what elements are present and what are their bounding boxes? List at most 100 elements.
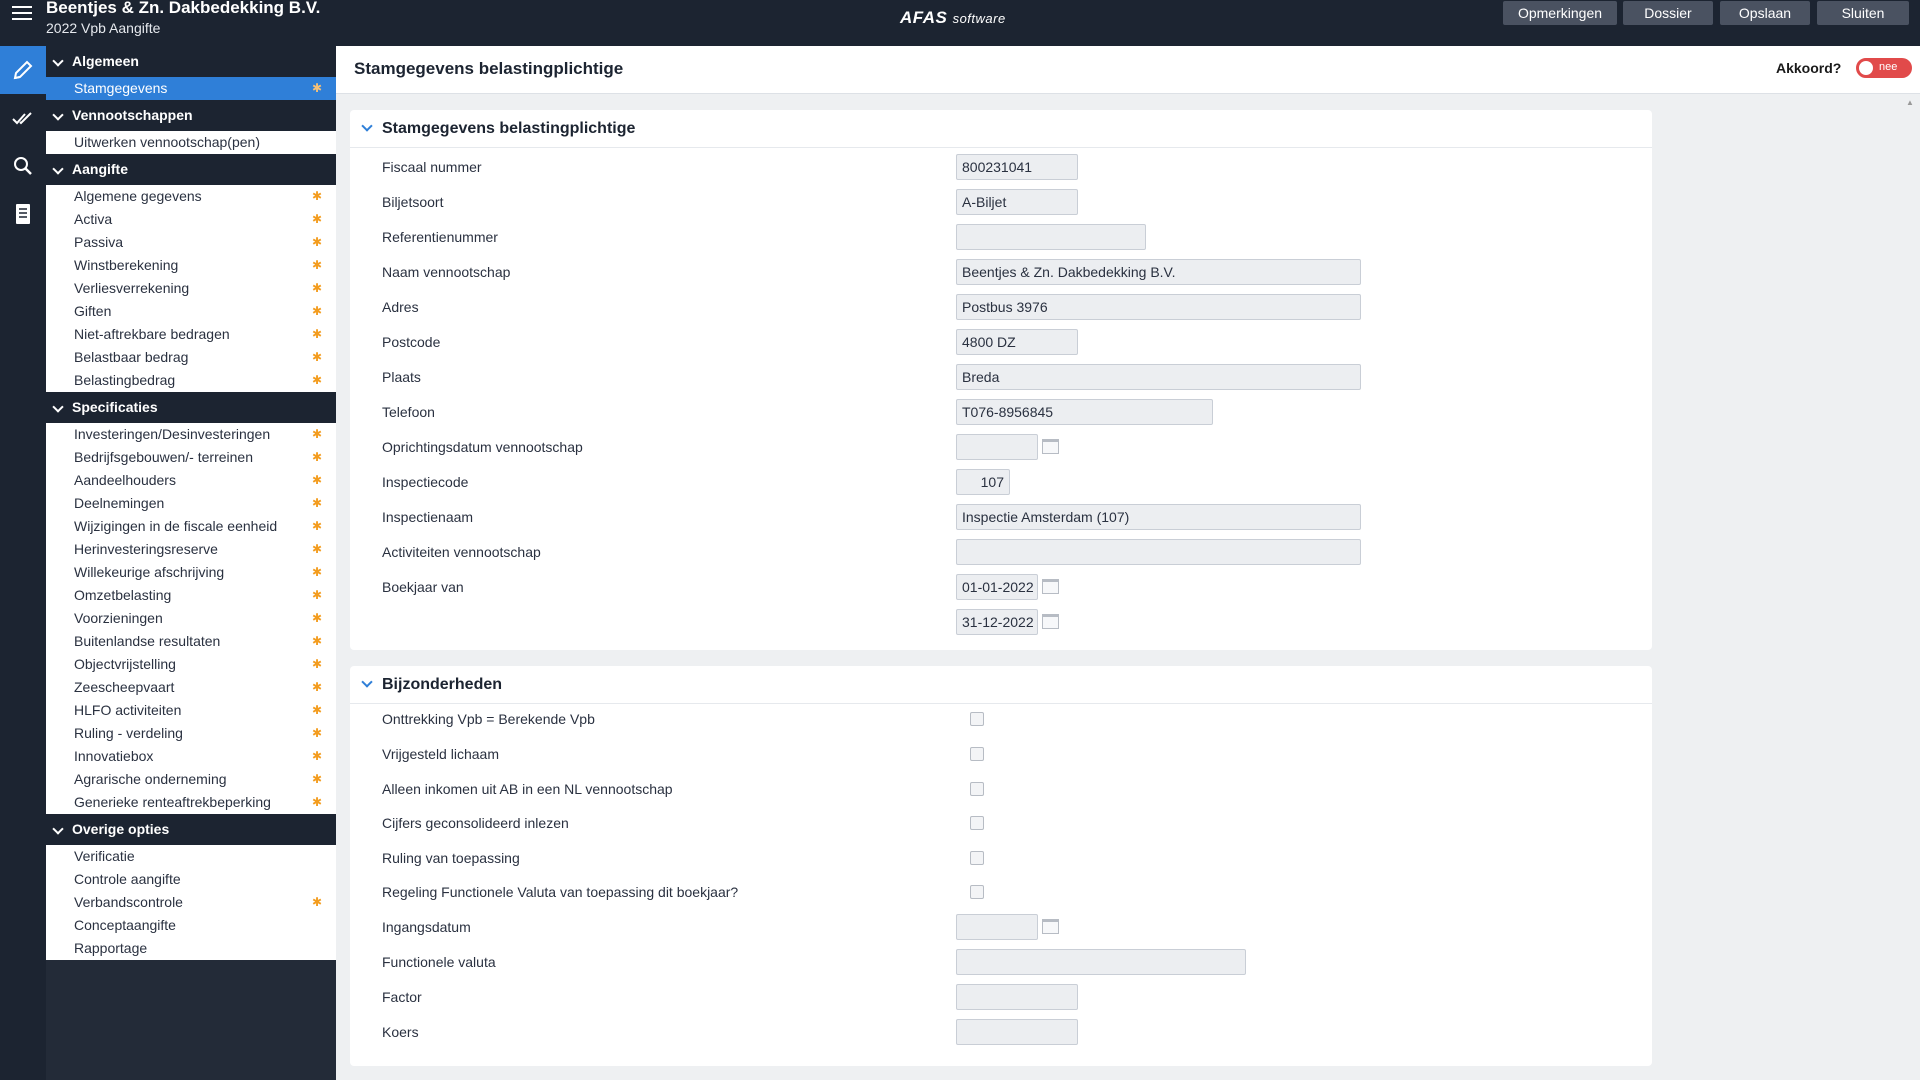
nav-item-innovatiebox[interactable]: Innovatiebox ✱: [46, 745, 336, 768]
nav-item-label: Niet-aftrekbare bedragen: [74, 326, 230, 342]
koers-input[interactable]: [956, 1019, 1078, 1045]
hamburger-menu-icon[interactable]: [12, 6, 32, 22]
nav-item-herinvesteringsreserve[interactable]: Herinvesteringsreserve ✱: [46, 538, 336, 561]
ruling-checkbox[interactable]: [970, 851, 984, 865]
nav-item-belastbaar-bedrag[interactable]: Belastbaar bedrag ✱: [46, 346, 336, 369]
nav-item-verbandscontrole[interactable]: Verbandscontrole ✱: [46, 891, 336, 914]
adres-input[interactable]: Postbus 3976: [956, 294, 1361, 320]
row-plaats: Plaats Breda: [350, 362, 1652, 392]
biljetsoort-input[interactable]: A-Biljet: [956, 189, 1078, 215]
fiscaal-nummer-input[interactable]: 800231041: [956, 154, 1078, 180]
nav-group-overige-opties[interactable]: Overige opties: [46, 814, 336, 845]
inspectiecode-input[interactable]: 107: [956, 469, 1010, 495]
search-icon[interactable]: [0, 142, 46, 190]
nav-item-wijzigingen-fiscale-eenheid[interactable]: Wijzigingen in de fiscale eenheid ✱: [46, 515, 336, 538]
nav-item-zeescheepvaart[interactable]: Zeescheepvaart ✱: [46, 676, 336, 699]
boekjaar-van-input[interactable]: 01-01-2022: [956, 574, 1038, 600]
akkoord-toggle[interactable]: nee: [1856, 58, 1912, 78]
required-star-icon: ✱: [311, 565, 322, 579]
nav-item-label: Passiva: [74, 234, 124, 250]
nav-item-hlfo-activiteiten[interactable]: HLFO activiteiten ✱: [46, 699, 336, 722]
plaats-input[interactable]: Breda: [956, 364, 1361, 390]
nav-item-algemene-gegevens[interactable]: Algemene gegevens ✱: [46, 185, 336, 208]
inspectienaam-input[interactable]: Inspectie Amsterdam (107): [956, 504, 1361, 530]
panel-header[interactable]: Stamgegevens belastingplichtige: [350, 110, 1652, 148]
checkbox-label: Alleen inkomen uit AB in een NL vennoots…: [382, 781, 673, 797]
functionele-valuta-input[interactable]: [956, 949, 1246, 975]
nav-item-rapportage[interactable]: Rapportage: [46, 937, 336, 960]
nav-item-voorzieningen[interactable]: Voorzieningen ✱: [46, 607, 336, 630]
ingangsdatum-input[interactable]: [956, 914, 1038, 940]
nav-item-generieke-renteaftrekbeperking[interactable]: Generieke renteaftrekbeperking ✱: [46, 791, 336, 814]
nav-item-passiva[interactable]: Passiva ✱: [46, 231, 336, 254]
panel-stamgegevens: Stamgegevens belastingplichtige Fiscaal …: [350, 110, 1652, 650]
nav-item-deelnemingen[interactable]: Deelnemingen ✱: [46, 492, 336, 515]
nav-group-aangifte[interactable]: Aangifte: [46, 154, 336, 185]
opslaan-button[interactable]: Opslaan: [1720, 1, 1810, 25]
nav-item-investeringen[interactable]: Investeringen/Desinvesteringen ✱: [46, 423, 336, 446]
alleen-inkomen-ab-checkbox[interactable]: [970, 782, 984, 796]
oprichtingsdatum-input[interactable]: [956, 434, 1038, 460]
nav-item-ruling-verdeling[interactable]: Ruling - verdeling ✱: [46, 722, 336, 745]
row-postcode: Postcode 4800 DZ: [350, 327, 1652, 357]
cijfers-geconsolideerd-checkbox[interactable]: [970, 816, 984, 830]
nav-item-activa[interactable]: Activa ✱: [46, 208, 336, 231]
required-star-icon: ✱: [311, 473, 322, 487]
nav-item-verliesverrekening[interactable]: Verliesverrekening ✱: [46, 277, 336, 300]
required-star-icon: ✱: [311, 450, 322, 464]
double-check-icon[interactable]: [0, 94, 46, 142]
nav-item-buitenlandse-resultaten[interactable]: Buitenlandse resultaten ✱: [46, 630, 336, 653]
vrijgesteld-lichaam-checkbox[interactable]: [970, 747, 984, 761]
nav-item-label: Rapportage: [74, 940, 148, 956]
pencil-icon[interactable]: [0, 46, 46, 94]
referentienummer-input[interactable]: [956, 224, 1146, 250]
nav-item-label: Deelnemingen: [74, 495, 165, 511]
nav-item-label: Agrarische onderneming: [74, 771, 227, 787]
calendar-icon[interactable]: [1042, 614, 1059, 629]
nav-item-niet-aftrekbare-bedragen[interactable]: Niet-aftrekbare bedragen ✱: [46, 323, 336, 346]
nav-item-agrarische-onderneming[interactable]: Agrarische onderneming ✱: [46, 768, 336, 791]
scroll-up-icon[interactable]: ▲: [1906, 98, 1914, 107]
postcode-input[interactable]: 4800 DZ: [956, 329, 1078, 355]
nav-item-controle-aangifte[interactable]: Controle aangifte: [46, 868, 336, 891]
dossier-button[interactable]: Dossier: [1623, 1, 1713, 25]
nav-item-bedrijfsgebouwen[interactable]: Bedrijfsgebouwen/- terreinen ✱: [46, 446, 336, 469]
chevron-down-icon: [52, 163, 64, 175]
chevron-down-icon: [52, 401, 64, 413]
nav-item-aandeelhouders[interactable]: Aandeelhouders ✱: [46, 469, 336, 492]
top-bar: Beentjes & Zn. Dakbedekking B.V. 2022 Vp…: [0, 0, 1920, 46]
nav-item-willekeurige-afschrijving[interactable]: Willekeurige afschrijving ✱: [46, 561, 336, 584]
nav-item-uitwerken-vennootschappen[interactable]: Uitwerken vennootschap(pen): [46, 131, 336, 154]
telefoon-input[interactable]: T076-8956845: [956, 399, 1213, 425]
naam-vennootschap-input[interactable]: Beentjes & Zn. Dakbedekking B.V.: [956, 259, 1361, 285]
nav-item-objectvrijstelling[interactable]: Objectvrijstelling ✱: [46, 653, 336, 676]
onttrekking-vpb-checkbox[interactable]: [970, 712, 984, 726]
panel-header[interactable]: Bijzonderheden: [350, 666, 1652, 704]
nav-item-omzetbelasting[interactable]: Omzetbelasting ✱: [46, 584, 336, 607]
document-icon[interactable]: [0, 190, 46, 238]
row-cijfers-geconsolideerd: Cijfers geconsolideerd inlezen: [350, 808, 1652, 838]
boekjaar-tot-input[interactable]: 31-12-2022: [956, 609, 1038, 635]
nav-item-label: Controle aangifte: [74, 871, 181, 887]
nav-item-winstberekening[interactable]: Winstberekening ✱: [46, 254, 336, 277]
activiteiten-input[interactable]: [956, 539, 1361, 565]
required-star-icon: ✱: [311, 703, 322, 717]
opmerkingen-button[interactable]: Opmerkingen: [1503, 1, 1617, 25]
factor-input[interactable]: [956, 984, 1078, 1010]
row-functionele-valuta-regeling: Regeling Functionele Valuta van toepassi…: [350, 877, 1652, 907]
nav-item-giften[interactable]: Giften ✱: [46, 300, 336, 323]
calendar-icon[interactable]: [1042, 579, 1059, 594]
functionele-valuta-regeling-checkbox[interactable]: [970, 885, 984, 899]
nav-item-verificatie[interactable]: Verificatie: [46, 845, 336, 868]
required-star-icon: ✱: [311, 81, 322, 95]
nav-item-conceptaangifte[interactable]: Conceptaangifte: [46, 914, 336, 937]
nav-group-algemeen[interactable]: Algemeen: [46, 46, 336, 77]
chevron-down-icon: [52, 55, 64, 67]
calendar-icon[interactable]: [1042, 439, 1059, 454]
nav-item-stamgegevens[interactable]: Stamgegevens ✱: [46, 77, 336, 100]
sluiten-button[interactable]: Sluiten: [1817, 1, 1909, 25]
nav-group-vennootschappen[interactable]: Vennootschappen: [46, 100, 336, 131]
calendar-icon[interactable]: [1042, 919, 1059, 934]
nav-group-specificaties[interactable]: Specificaties: [46, 392, 336, 423]
nav-item-belastingbedrag[interactable]: Belastingbedrag ✱: [46, 369, 336, 392]
